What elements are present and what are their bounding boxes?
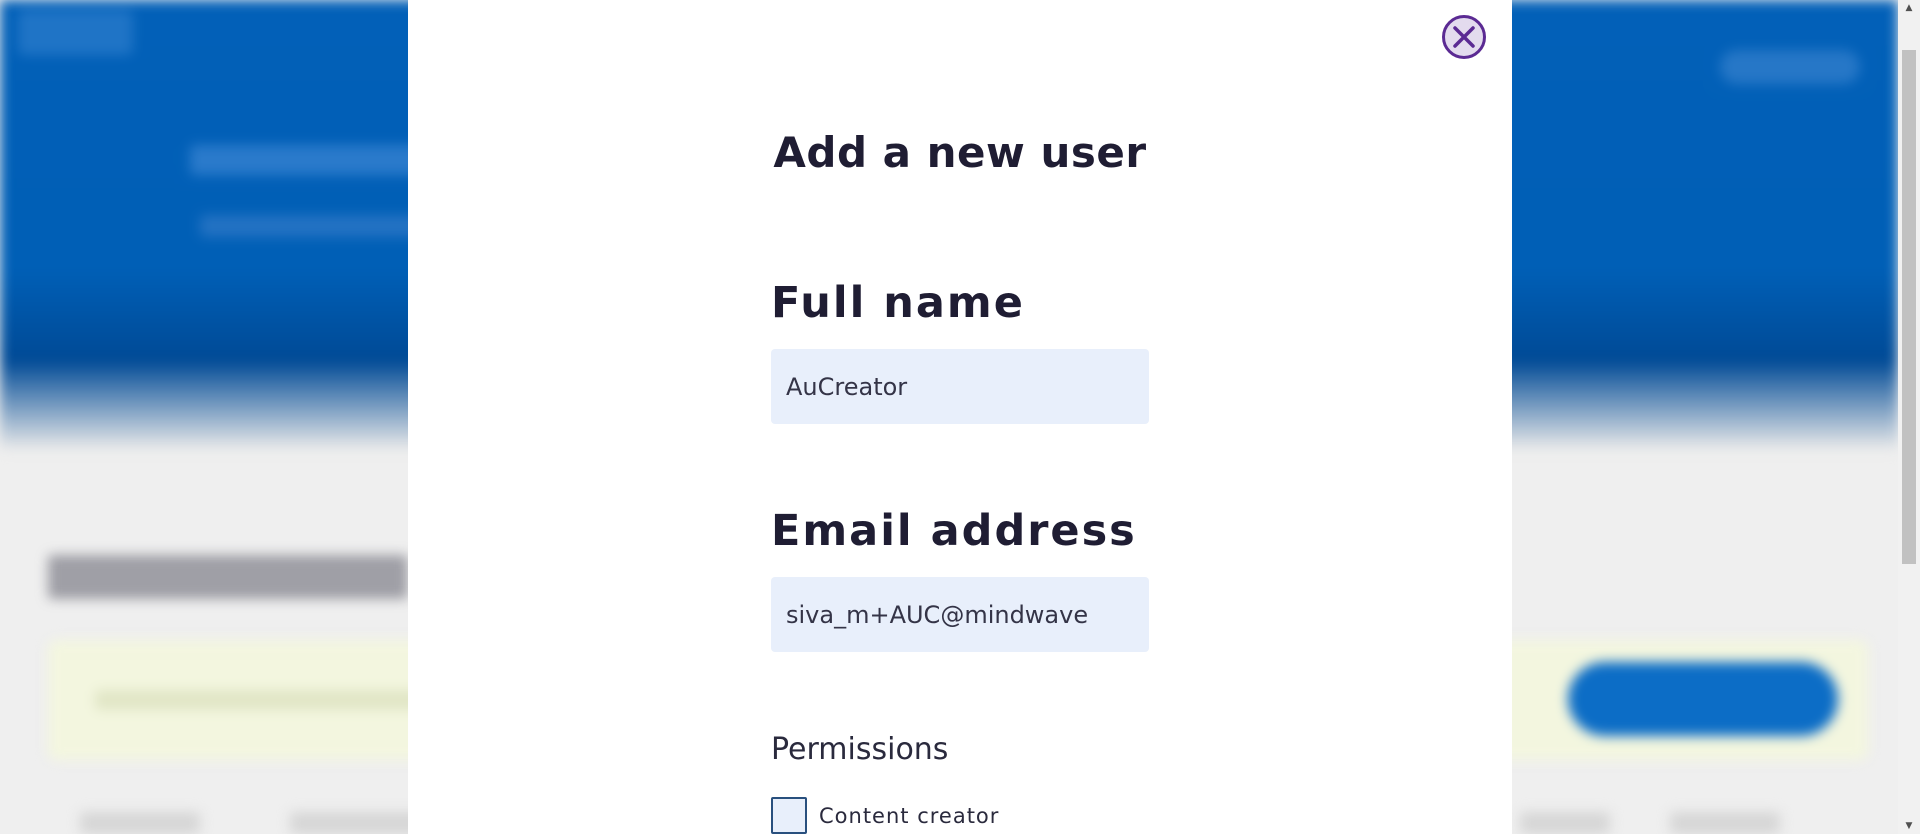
- close-button[interactable]: [1442, 15, 1486, 59]
- section-heading: [48, 555, 408, 599]
- close-icon: [1453, 26, 1475, 48]
- permissions-heading: Permissions: [771, 732, 949, 767]
- modal-title: Add a new user: [773, 128, 1147, 177]
- add-user-modal: Add a new user Full name Email address P…: [408, 0, 1512, 834]
- scroll-up-arrow-icon[interactable]: ▲: [1898, 0, 1920, 16]
- content-creator-label: Content creator: [819, 803, 1000, 828]
- scroll-down-arrow-icon[interactable]: ▼: [1898, 818, 1920, 834]
- content-creator-checkbox[interactable]: [771, 797, 807, 834]
- table-header-cell: [1520, 812, 1610, 834]
- site-logo: [18, 10, 133, 55]
- email-address-input[interactable]: [771, 577, 1149, 652]
- page-scrollbar[interactable]: ▲ ▼: [1898, 0, 1920, 834]
- permission-option-content-creator[interactable]: Content creator: [771, 797, 999, 834]
- scrollbar-thumb[interactable]: [1902, 50, 1916, 564]
- email-address-label: Email address: [771, 506, 1137, 556]
- table-header-cell: [80, 812, 200, 834]
- full-name-label: Full name: [771, 278, 1025, 328]
- nav-account-button: [1720, 50, 1860, 84]
- add-user-button: [1568, 662, 1838, 736]
- full-name-input[interactable]: [771, 349, 1149, 424]
- table-header-cell: [1670, 812, 1780, 834]
